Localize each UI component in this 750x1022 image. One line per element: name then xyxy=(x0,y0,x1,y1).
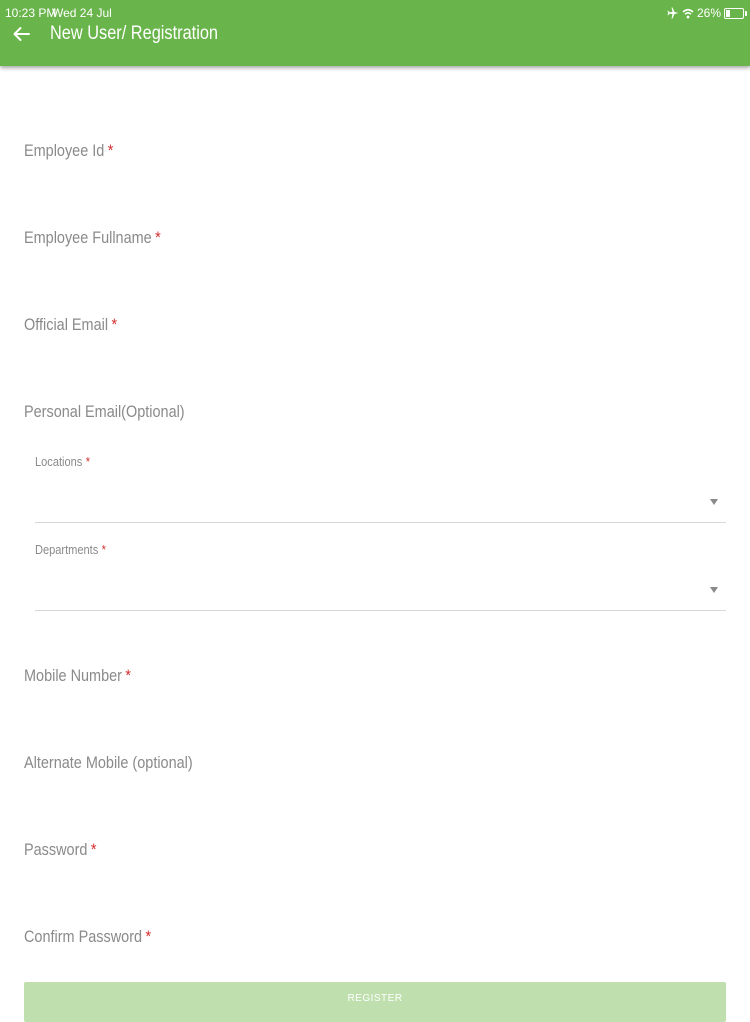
battery-percent: 26% xyxy=(696,6,721,20)
locations-select[interactable] xyxy=(35,482,726,523)
wifi-icon xyxy=(682,8,694,18)
dropdown-arrow-icon xyxy=(710,587,718,593)
required-mark: * xyxy=(101,542,106,557)
alternate-mobile-input[interactable] xyxy=(24,738,728,780)
departments-label: Departments * xyxy=(35,542,106,557)
back-arrow-icon[interactable] xyxy=(12,26,30,42)
employee-fullname-input[interactable] xyxy=(24,213,728,255)
personal-email-input[interactable] xyxy=(24,387,728,429)
employee-id-input[interactable] xyxy=(24,126,728,168)
status-date: Wed 24 Jul xyxy=(52,6,112,20)
status-time: 10:23 PM xyxy=(5,6,57,20)
mobile-number-input[interactable] xyxy=(24,651,728,693)
departments-select[interactable] xyxy=(35,570,726,611)
status-icons: 26% xyxy=(667,4,747,22)
password-input[interactable] xyxy=(24,825,728,867)
locations-label: Locations * xyxy=(35,454,91,469)
confirm-password-input[interactable] xyxy=(24,912,728,954)
official-email-input[interactable] xyxy=(24,300,728,342)
status-bar: 10:23 PM Wed 24 Jul 26% xyxy=(0,0,750,24)
app-header: 10:23 PM Wed 24 Jul 26% New User/ Regist… xyxy=(0,0,750,66)
required-mark: * xyxy=(85,454,91,469)
register-button[interactable]: REGISTER xyxy=(24,982,726,1022)
page-title: New User/ Registration xyxy=(50,23,218,44)
battery-icon xyxy=(724,7,747,19)
dropdown-arrow-icon xyxy=(710,499,718,505)
airplane-icon xyxy=(667,7,679,19)
